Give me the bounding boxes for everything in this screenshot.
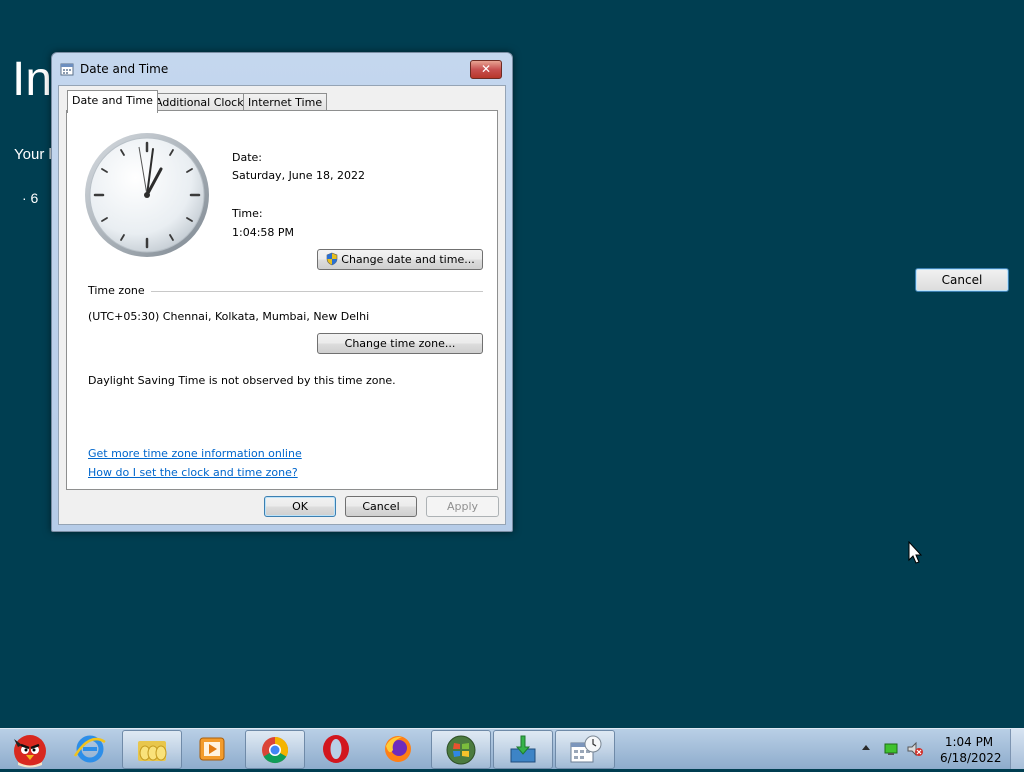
cancel-button[interactable]: Cancel	[345, 496, 417, 517]
installer-icon	[510, 735, 536, 763]
mouse-cursor-icon	[908, 541, 923, 564]
installer-title: In	[12, 53, 53, 106]
analog-clock-icon	[85, 133, 209, 257]
change-time-zone-button[interactable]: Change time zone...	[317, 333, 483, 354]
dialog-title: Date and Time	[80, 62, 169, 76]
volume-muted-icon[interactable]	[906, 741, 924, 757]
tab-date-and-time[interactable]: Date and Time	[67, 90, 158, 113]
date-label: Date:	[232, 151, 262, 164]
taskbar-clock-time[interactable]: 1:04 PM	[940, 735, 998, 749]
taskbar: 1:04 PM 6/18/2022	[0, 728, 1024, 769]
folder-icon	[138, 741, 167, 761]
angry-birds-start-icon[interactable]	[4, 729, 56, 769]
dst-status-text: Daylight Saving Time is not observed by …	[88, 374, 396, 387]
taskbar-file-explorer[interactable]	[122, 730, 182, 769]
taskbar-date-time[interactable]	[555, 730, 615, 769]
change-date-time-button[interactable]: Change date and time...	[317, 249, 483, 270]
title-bar[interactable]: Date and Time ✕	[52, 53, 512, 85]
taskbar-firefox[interactable]	[369, 730, 427, 767]
taskbar-media-player[interactable]	[183, 730, 241, 767]
date-value: Saturday, June 18, 2022	[232, 169, 365, 182]
close-button[interactable]: ✕	[470, 60, 502, 79]
media-player-icon	[199, 737, 225, 761]
installer-cancel-button[interactable]: Cancel	[915, 268, 1009, 292]
taskbar-internet-explorer[interactable]	[61, 730, 119, 767]
time-zone-value: (UTC+05:30) Chennai, Kolkata, Mumbai, Ne…	[88, 310, 370, 323]
time-zone-divider	[151, 291, 483, 292]
firefox-icon	[385, 736, 411, 762]
ok-button[interactable]: OK	[264, 496, 336, 517]
taskbar-opera[interactable]	[307, 730, 365, 767]
taskbar-windows-update[interactable]	[431, 730, 491, 769]
date-time-dialog: Date and Time ✕ Date and Time Additional…	[51, 52, 513, 532]
calendar-clock-icon	[60, 63, 74, 76]
taskbar-clock-date[interactable]: 6/18/2022	[940, 751, 1002, 765]
dialog-client-area: Date and Time Additional Clocks Internet…	[58, 85, 506, 525]
time-value: 1:04:58 PM	[232, 226, 295, 239]
time-zone-heading: Time zone	[88, 284, 145, 297]
show-hidden-icons-chevron-icon[interactable]	[861, 741, 871, 755]
network-icon[interactable]	[883, 741, 899, 757]
internet-explorer-icon	[73, 735, 106, 763]
taskbar-chrome[interactable]	[245, 730, 305, 769]
chrome-icon	[262, 736, 289, 764]
uac-shield-icon	[326, 252, 338, 266]
show-desktop-button[interactable]	[1010, 729, 1024, 769]
clock-help-link[interactable]: How do I set the clock and time zone?	[88, 466, 298, 479]
change-date-time-label: Change date and time...	[341, 253, 475, 266]
installer-bullet: · 6	[22, 190, 39, 206]
installer-text: Your l	[14, 146, 52, 163]
date-time-icon	[570, 735, 602, 763]
date-time-panel: Date: Saturday, June 18, 2022 Time: 1:04…	[66, 110, 498, 490]
opera-icon	[323, 735, 349, 763]
time-label: Time:	[232, 207, 263, 220]
more-time-zone-info-link[interactable]: Get more time zone information online	[88, 447, 302, 460]
taskbar-installer[interactable]	[493, 730, 553, 769]
apply-button[interactable]: Apply	[426, 496, 499, 517]
windows-logo-icon	[446, 735, 476, 765]
